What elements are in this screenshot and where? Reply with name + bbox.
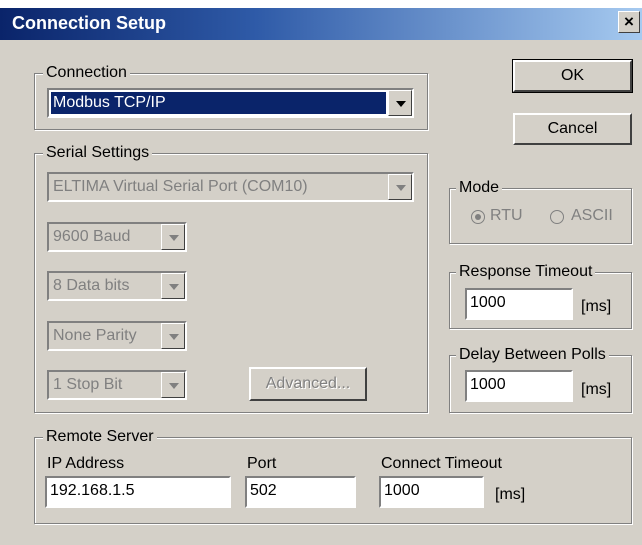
- window-title: Connection Setup: [12, 13, 166, 33]
- connect-timeout-input[interactable]: 1000: [379, 476, 484, 508]
- connection-legend: Connection: [43, 63, 130, 83]
- parity-select[interactable]: None Parity: [47, 321, 187, 351]
- chevron-down-icon[interactable]: [388, 174, 412, 200]
- mode-rtu-label: RTU: [490, 207, 523, 224]
- baud-rate-value: 9600 Baud: [53, 228, 131, 245]
- response-timeout-unit: [ms]: [581, 298, 612, 315]
- connect-timeout-unit: [ms]: [495, 486, 526, 503]
- serial-port-value: ELTIMA Virtual Serial Port (COM10): [53, 178, 308, 195]
- chevron-down-icon[interactable]: [161, 273, 185, 299]
- data-bits-value: 8 Data bits: [53, 277, 130, 294]
- port-label: Port: [247, 455, 277, 472]
- response-timeout-input[interactable]: 1000: [465, 288, 573, 320]
- delay-between-polls-input[interactable]: 1000: [465, 370, 573, 402]
- cancel-button[interactable]: Cancel: [513, 113, 632, 145]
- data-bits-select[interactable]: 8 Data bits: [47, 271, 187, 301]
- chevron-down-icon[interactable]: [161, 224, 185, 250]
- stop-bits-select[interactable]: 1 Stop Bit: [47, 370, 187, 400]
- close-icon[interactable]: ×: [618, 11, 640, 33]
- remote-server-legend: Remote Server: [43, 427, 157, 447]
- serial-port-select[interactable]: ELTIMA Virtual Serial Port (COM10): [47, 172, 414, 202]
- chevron-down-icon[interactable]: [161, 372, 185, 398]
- stop-bits-value: 1 Stop Bit: [53, 376, 123, 393]
- title-bar[interactable]: Connection Setup ×: [0, 8, 642, 40]
- ip-address-input[interactable]: 192.168.1.5: [45, 476, 231, 508]
- response-timeout-legend: Response Timeout: [456, 262, 596, 282]
- parity-value: None Parity: [53, 327, 137, 344]
- delay-between-polls-unit: [ms]: [581, 381, 612, 398]
- mode-rtu-radio[interactable]: [471, 210, 485, 224]
- serial-settings-legend: Serial Settings: [43, 143, 153, 163]
- top-strip: [0, 0, 642, 8]
- mode-legend: Mode: [456, 178, 503, 198]
- delay-between-polls-legend: Delay Between Polls: [456, 345, 609, 365]
- ok-button[interactable]: OK: [512, 59, 633, 93]
- chevron-down-icon[interactable]: [161, 323, 185, 349]
- port-input[interactable]: 502: [245, 476, 356, 508]
- chevron-down-icon[interactable]: [388, 90, 412, 116]
- mode-ascii-radio[interactable]: [550, 210, 564, 224]
- connection-setup-dialog: Connection Setup × Connection Modbus TCP…: [0, 0, 642, 545]
- connect-timeout-label: Connect Timeout: [381, 455, 502, 472]
- ip-address-label: IP Address: [47, 455, 125, 472]
- baud-rate-select[interactable]: 9600 Baud: [47, 222, 187, 252]
- connection-type-value: Modbus TCP/IP: [51, 92, 386, 114]
- connection-type-select[interactable]: Modbus TCP/IP: [47, 88, 414, 118]
- advanced-button[interactable]: Advanced...: [249, 367, 367, 401]
- mode-ascii-label: ASCII: [571, 207, 613, 224]
